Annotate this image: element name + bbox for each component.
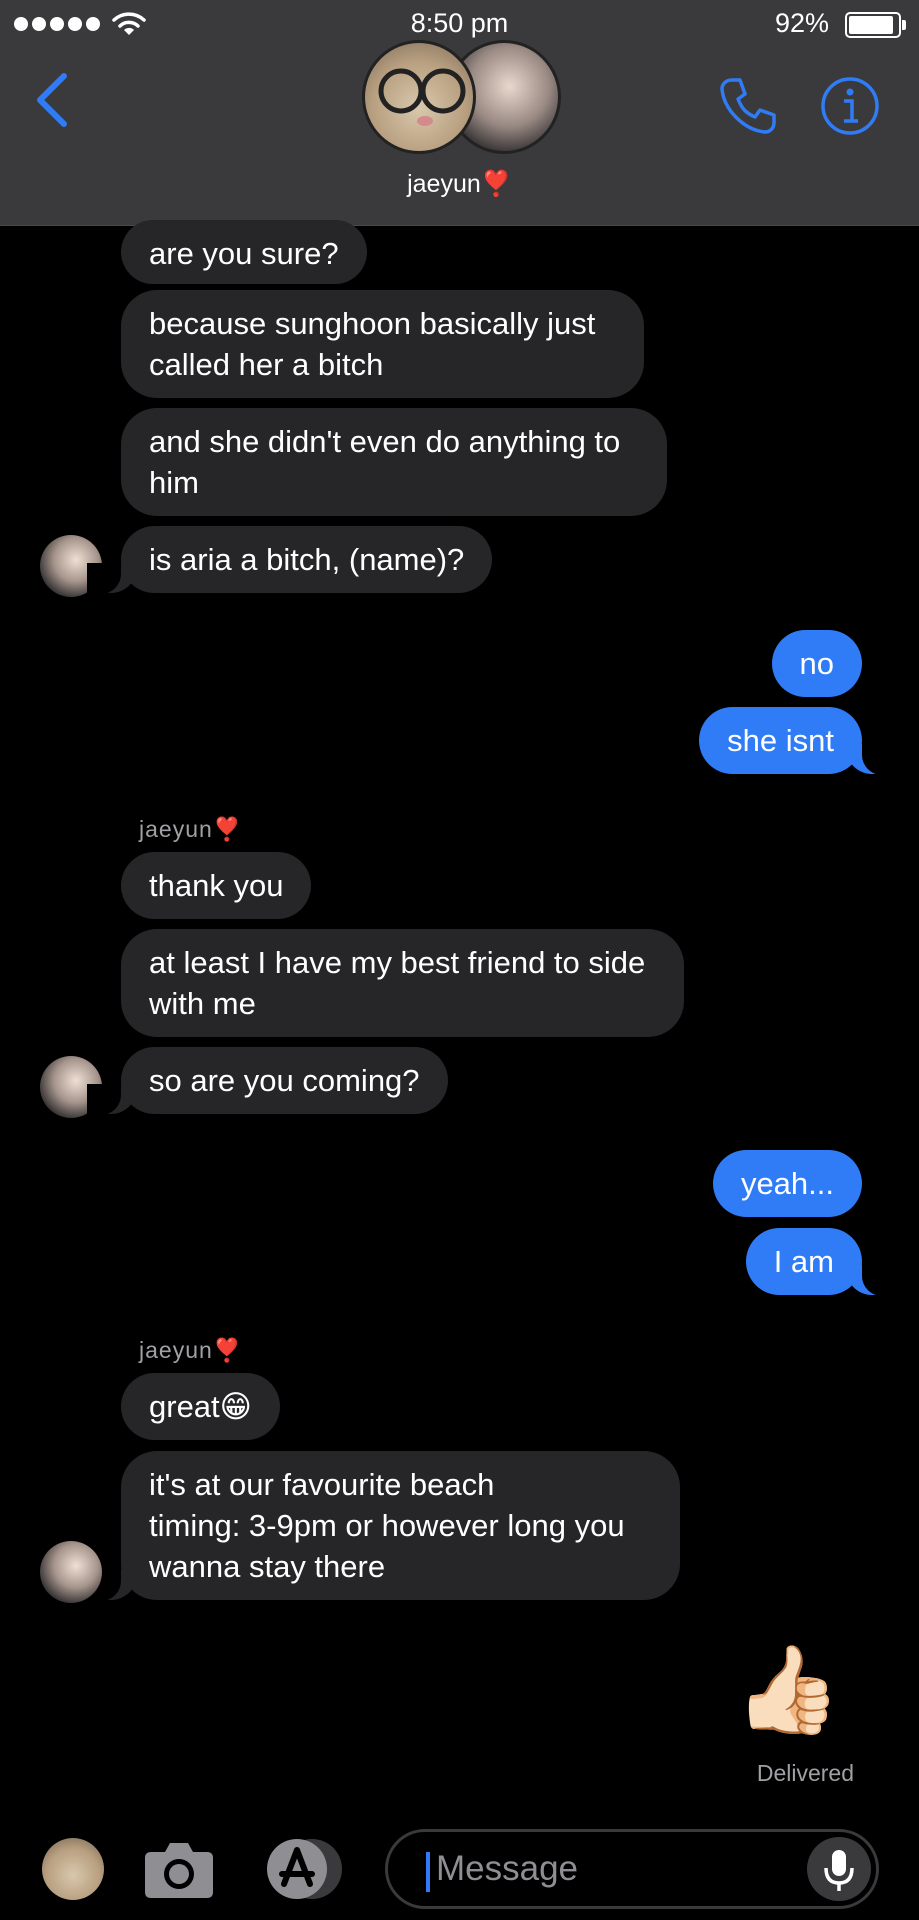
microphone-icon <box>824 1850 854 1891</box>
message-input[interactable] <box>428 1832 796 1906</box>
contact-avatar-group[interactable] <box>362 40 561 154</box>
delivered-status: Delivered <box>756 1760 854 1786</box>
sender-name: jaeyun❣️ <box>139 1337 243 1363</box>
thumbs-up-message[interactable]: 👍🏻 <box>734 1640 841 1740</box>
incoming-message[interactable]: thank you <box>121 852 312 919</box>
camera-icon[interactable] <box>143 1838 215 1900</box>
contact-name[interactable]: jaeyun❣️ <box>0 170 919 199</box>
incoming-message[interactable]: it's at our favourite beach timing: 3-9p… <box>87 1451 680 1601</box>
incoming-message[interactable]: and she didn't even do anything to him <box>121 408 667 516</box>
incoming-message[interactable]: great😁 <box>121 1373 280 1440</box>
incoming-message[interactable]: because sunghoon basically just called h… <box>121 290 644 398</box>
message-field[interactable] <box>385 1829 879 1909</box>
avatar[interactable] <box>42 1838 104 1900</box>
sender-name: jaeyun❣️ <box>139 816 243 842</box>
outgoing-message[interactable]: I am <box>745 1228 897 1296</box>
incoming-message[interactable]: at least I have my best friend to side w… <box>121 929 684 1037</box>
phone-icon[interactable] <box>718 76 778 136</box>
microphone-button[interactable] <box>807 1837 871 1901</box>
battery-icon <box>845 12 906 38</box>
app-store-icon[interactable] <box>262 1838 344 1900</box>
back-chevron-icon[interactable] <box>34 72 70 128</box>
outgoing-message[interactable]: no <box>771 630 862 697</box>
incoming-message[interactable]: so are you coming? <box>87 1047 448 1115</box>
avatar <box>40 1541 102 1603</box>
outgoing-message[interactable]: she isnt <box>699 707 896 775</box>
incoming-message[interactable]: are you sure? <box>121 220 367 284</box>
battery-percentage: 92% <box>774 8 829 38</box>
avatar <box>362 40 476 154</box>
info-icon[interactable] <box>820 76 880 136</box>
incoming-message[interactable]: is aria a bitch, (name)? <box>86 526 493 594</box>
outgoing-message[interactable]: yeah... <box>712 1150 862 1217</box>
status-bar: 8:50 pm 92% <box>0 0 919 48</box>
